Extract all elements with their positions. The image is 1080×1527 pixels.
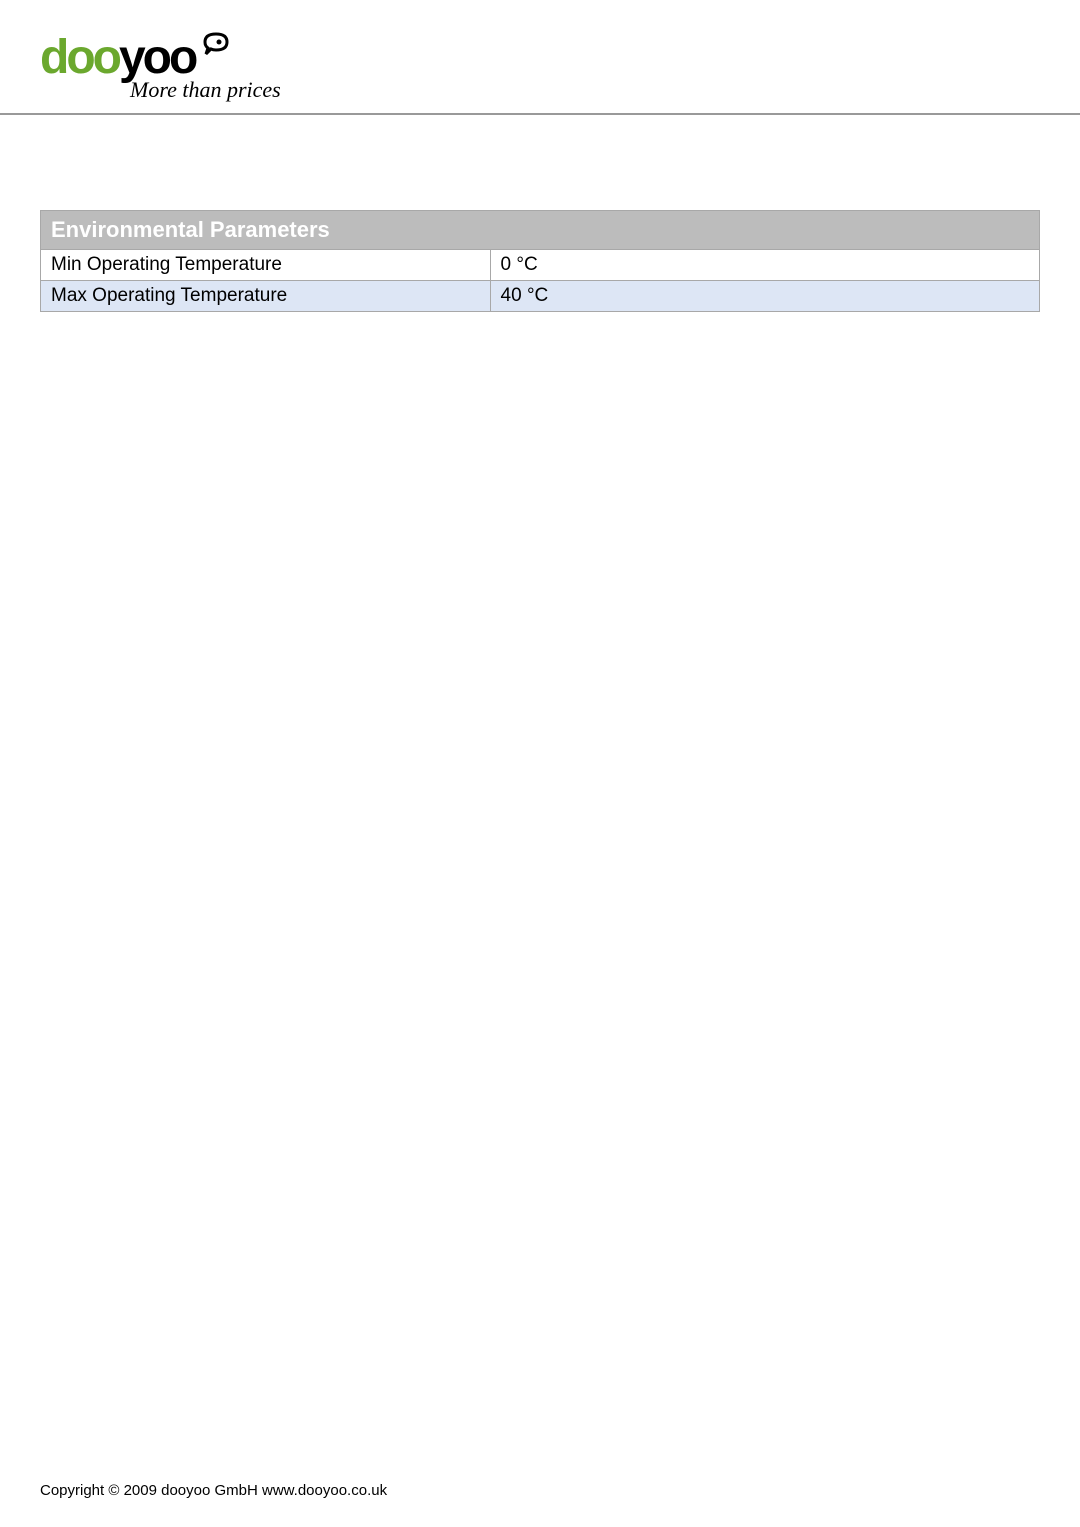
logo: doo yoo More than prices [40,30,281,103]
table-header: Environmental Parameters [41,211,1040,250]
page-header: doo yoo More than prices [0,0,1080,115]
table-row: Min Operating Temperature 0 °C [41,250,1040,281]
speech-bubble-icon [199,30,233,65]
spec-label: Min Operating Temperature [41,250,491,281]
content-area: Environmental Parameters Min Operating T… [0,115,1080,312]
spec-label: Max Operating Temperature [41,281,491,312]
spec-value: 0 °C [490,250,1039,281]
logo-text-doo: doo [40,30,119,85]
page-footer: Copyright © 2009 dooyoo GmbH www.dooyoo.… [40,1482,387,1499]
table-row: Max Operating Temperature 40 °C [41,281,1040,312]
logo-tagline: More than prices [130,77,281,103]
spec-value: 40 °C [490,281,1039,312]
specifications-table: Environmental Parameters Min Operating T… [40,210,1040,312]
